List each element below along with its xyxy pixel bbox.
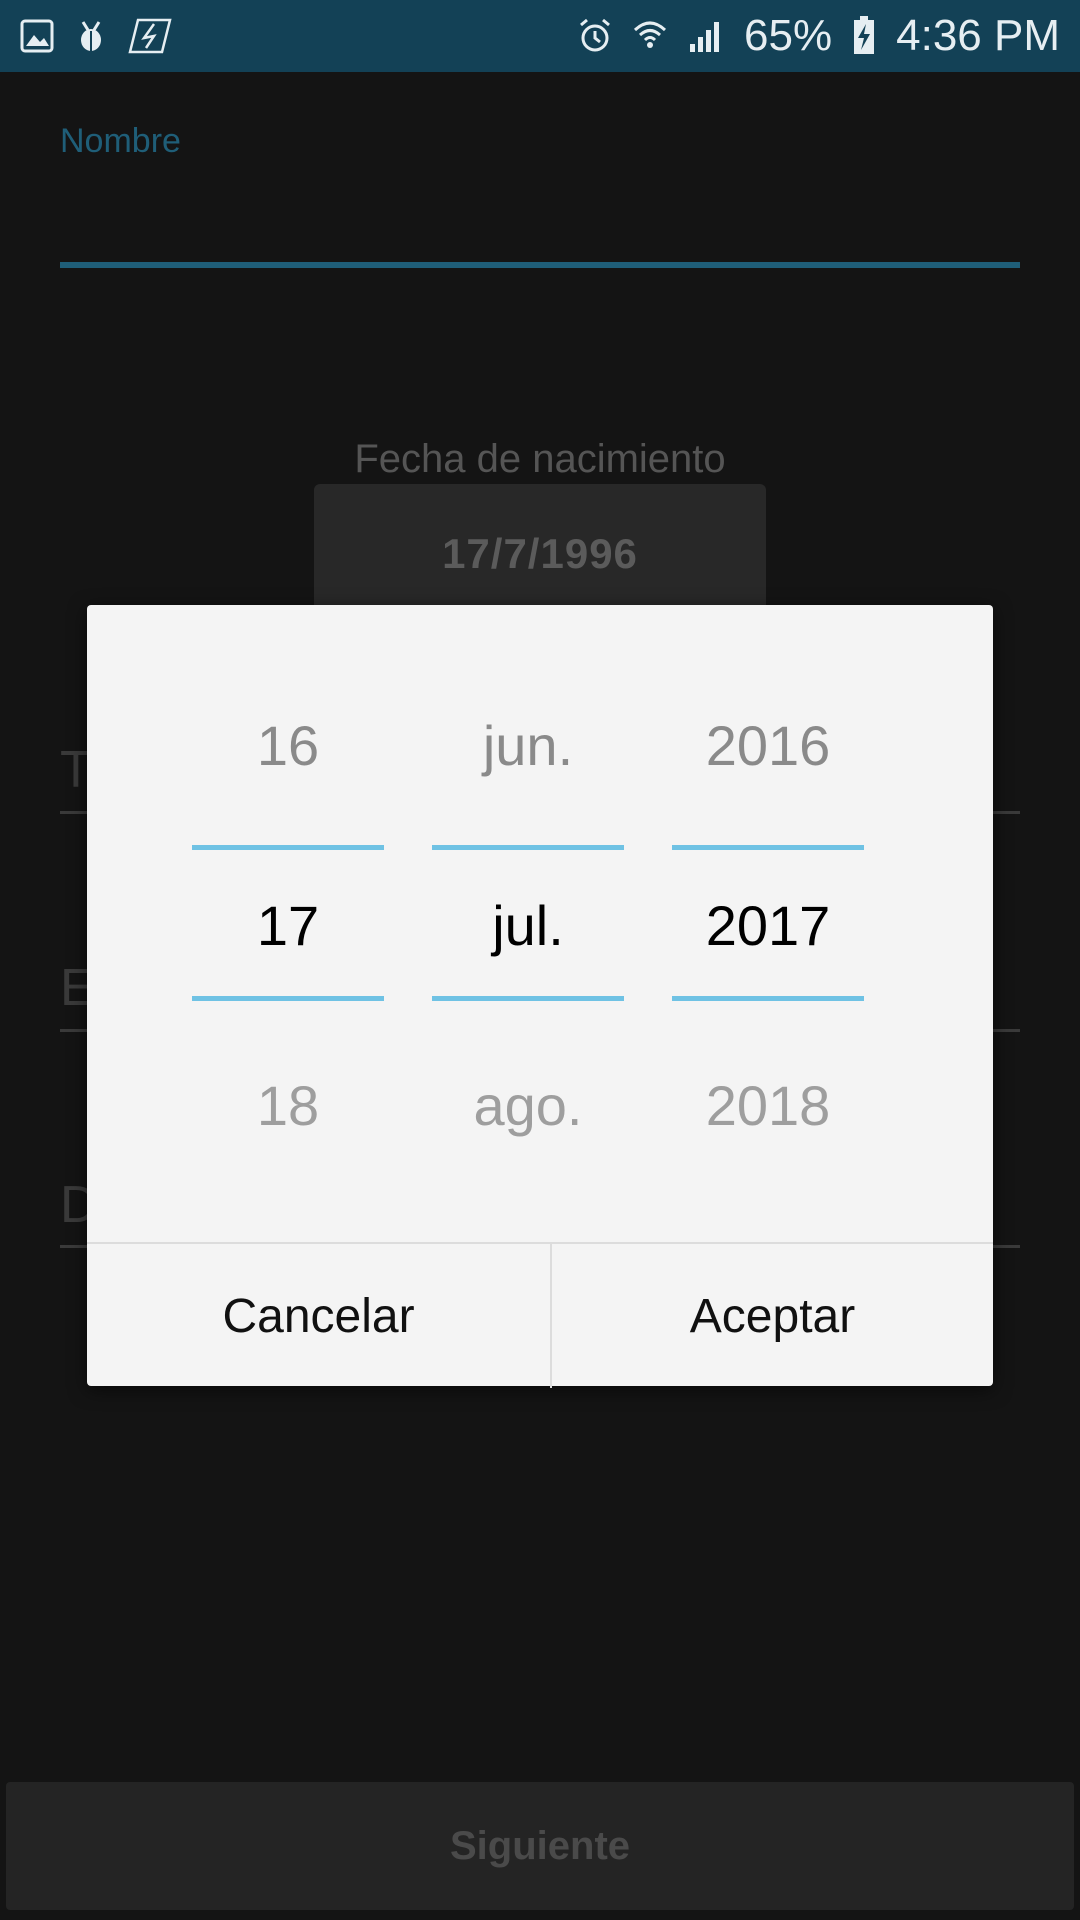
battery-percent: 65% [744,11,833,60]
selection-divider [192,845,384,850]
name-input[interactable] [60,262,1020,268]
year-picker[interactable]: 2016 2017 2018 [672,605,864,1242]
selection-divider [672,845,864,850]
month-selected[interactable]: jul. [432,894,624,958]
status-bar-right: 65% 4:36 PM [578,11,1060,61]
cancel-button[interactable]: Cancelar [87,1244,550,1388]
date-picker-dialog: 16 17 18 jun. jul. ago. 2016 2017 2018 C… [87,605,993,1388]
birth-date-label: Fecha de nacimiento [354,437,726,481]
month-prev[interactable]: jun. [432,714,624,778]
name-field-label: Nombre [60,122,181,160]
selection-divider [432,845,624,850]
birth-date-button[interactable]: 17/7/1996 [314,484,766,624]
day-next[interactable]: 18 [192,1074,384,1138]
year-selected[interactable]: 2017 [672,894,864,958]
month-picker[interactable]: jun. jul. ago. [432,605,624,1242]
battery-charging-icon [852,16,876,56]
status-bar-left [20,18,172,54]
signal-icon [688,18,724,54]
year-next[interactable]: 2018 [672,1074,864,1138]
status-bar: 65% 4:36 PM [0,0,1080,72]
accept-button[interactable]: Aceptar [552,1244,993,1388]
day-prev[interactable]: 16 [192,714,384,778]
month-next[interactable]: ago. [432,1074,624,1138]
selection-divider [432,996,624,1001]
next-button[interactable]: Siguiente [6,1782,1074,1910]
alarm-icon [578,18,612,54]
dialog-buttons: Cancelar Aceptar [87,1242,993,1388]
clock: 4:36 PM [896,11,1060,60]
year-prev[interactable]: 2016 [672,714,864,778]
gallery-icon [20,19,54,53]
wifi-icon [632,18,668,54]
selection-divider [672,996,864,1001]
flash-card-icon [128,18,172,54]
selection-divider [192,996,384,1001]
day-selected[interactable]: 17 [192,894,384,958]
day-picker[interactable]: 16 17 18 [192,605,384,1242]
bug-icon [74,18,108,54]
